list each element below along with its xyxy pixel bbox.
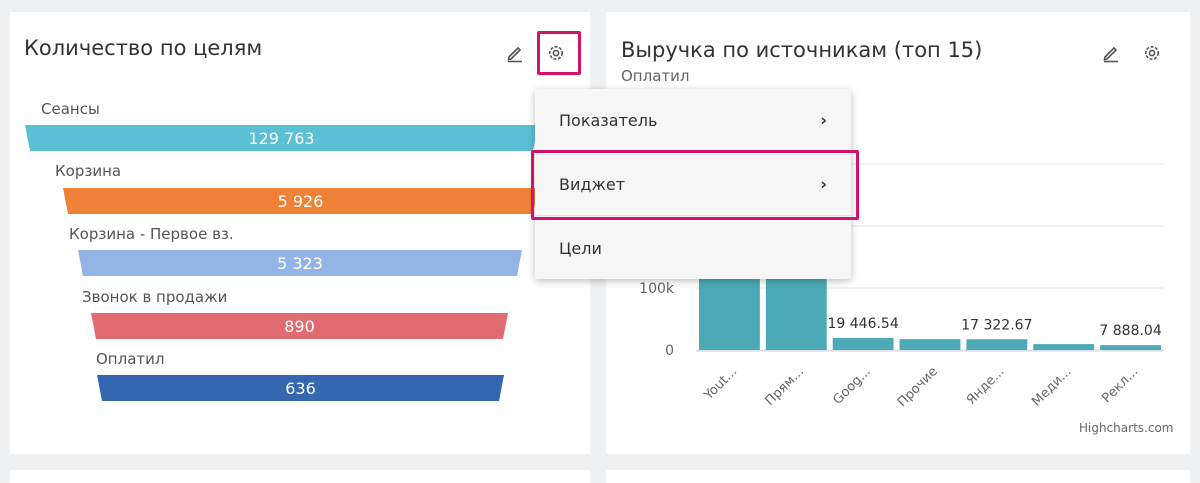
highcharts-credit[interactable]: Highcharts.com [1079,421,1173,435]
bar-data-label: 7 888.04 [1099,323,1161,339]
funnel-stage-label: Корзина [55,162,122,180]
menu-item-goals[interactable]: Цели [535,217,851,279]
bar-data-label: 17 322.67 [961,317,1032,333]
menu-item-label: Цели [559,238,602,258]
funnel-stage-label: Сеансы [41,100,100,118]
chart-bar[interactable] [966,339,1028,350]
funnel-stage-label: Звонок в продажи [82,288,228,306]
y-tick-label: 0 [665,343,674,359]
funnel-stage-label: Корзина - Первое вз. [69,225,234,243]
pencil-icon[interactable] [504,42,526,64]
widget-highlight [531,150,859,220]
y-tick-label: 100k [639,281,675,297]
x-tick-label: Меди... [1029,364,1074,409]
chart-bar[interactable] [832,337,894,350]
x-tick-label: Прям... [763,364,808,409]
bottom-right-card [606,470,1190,483]
bottom-left-card [10,470,590,483]
funnel-bar[interactable]: 890 [91,313,508,339]
menu-item-metric[interactable]: Показатель › [535,89,851,151]
funnel-bar-value: 5 323 [277,253,323,273]
bar-data-label: 19 446.54 [828,316,899,332]
x-tick-label: Goog... [830,364,874,408]
funnel-bar[interactable]: 129 763 [25,125,538,151]
x-tick-label: Прочие [895,364,941,410]
funnel-bar[interactable]: 636 [97,375,504,401]
x-tick-label: Yout... [701,364,741,404]
funnel-bar-value: 890 [284,316,315,336]
settings-highlight [537,31,581,75]
funnel-bar-value: 5 926 [277,191,324,211]
chevron-right-icon: › [820,110,827,130]
chart-bar[interactable] [899,339,961,350]
x-tick-label: Рекл... [1099,364,1141,406]
x-tick-label: Янде... [964,364,1008,408]
funnel-bar-value: 129 763 [248,128,315,148]
menu-item-label: Показатель [559,110,658,130]
chart-bar[interactable] [1100,345,1161,350]
funnel-stage-label: Оплатил [96,350,165,368]
goals-funnel-card: Количество по целям Сеансы 129 763 Корзина… [10,12,590,454]
funnel-bar-value: 636 [285,378,316,398]
chart-bar[interactable] [1033,344,1095,350]
card-title: Количество по целям [24,36,263,60]
funnel-bar[interactable]: 5 323 [78,250,522,276]
funnel-bar[interactable]: 5 926 [63,188,538,214]
